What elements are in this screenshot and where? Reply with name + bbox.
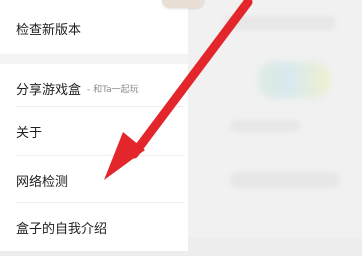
menu-item-sublabel: - 和Ta一起玩	[87, 84, 139, 95]
menu-item-label: 关于	[16, 125, 43, 141]
menu-item-label: 盒子的自我介绍	[16, 221, 108, 237]
menu-item-network-check[interactable]: 网络检测	[0, 156, 188, 204]
menu-item-self-introduction[interactable]: 盒子的自我介绍	[0, 203, 188, 251]
menu-item-label: 网络检测	[16, 174, 69, 190]
blurred-colored-card	[258, 62, 330, 98]
blurred-row	[224, 16, 336, 30]
blurred-row	[230, 120, 300, 132]
menu-item-label: 检查新版本	[16, 22, 82, 38]
blurred-row	[230, 172, 340, 188]
section-gap	[0, 54, 188, 64]
settings-menu: 检查新版本 分享游戏盒 - 和Ta一起玩 关于 网络检测 盒子的自我介绍	[0, 0, 188, 251]
menu-item-check-update[interactable]: 检查新版本	[0, 4, 188, 52]
menu-item-share-game-box[interactable]: 分享游戏盒 - 和Ta一起玩	[0, 64, 188, 112]
menu-item-about[interactable]: 关于	[0, 107, 188, 155]
top-handle	[162, 0, 204, 8]
menu-item-label: 分享游戏盒	[16, 82, 82, 98]
